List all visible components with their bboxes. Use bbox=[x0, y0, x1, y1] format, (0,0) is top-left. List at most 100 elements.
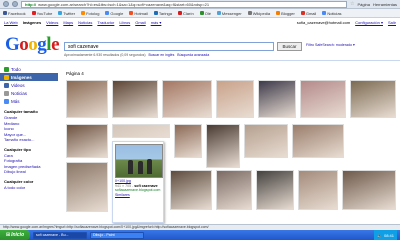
back-icon[interactable] bbox=[3, 1, 9, 7]
sidebar-item-icon bbox=[4, 98, 9, 104]
signout-link[interactable]: Salir bbox=[388, 20, 396, 25]
address-bar: http:// www.google.com.ar/search?hl=es&t… bbox=[0, 0, 400, 9]
image-thumbnail[interactable] bbox=[162, 80, 212, 118]
bookmark-favicon-icon bbox=[81, 11, 86, 15]
bookmark-label: Blogger bbox=[281, 10, 295, 16]
popup-source[interactable]: sofiacazenave.blogspot.com bbox=[115, 188, 161, 193]
forward-icon[interactable] bbox=[12, 1, 18, 7]
speaker-icon[interactable]: 🔈 bbox=[377, 233, 382, 238]
image-thumbnail[interactable] bbox=[350, 80, 396, 118]
popup-size: 941 × 705 - bbox=[115, 183, 135, 188]
bookmark-item[interactable]: Fotolog bbox=[81, 11, 99, 16]
search-header: Google sofi cazenave Buscar Filtro SafeS… bbox=[0, 27, 400, 61]
bookmark-label: Google bbox=[110, 10, 124, 16]
filter-link[interactable]: A todo color bbox=[0, 185, 58, 191]
google-logo[interactable]: Google bbox=[5, 35, 59, 54]
search-button[interactable]: Buscar bbox=[277, 42, 302, 51]
gnav-item[interactable]: Libros bbox=[119, 20, 130, 25]
url-field[interactable]: http:// www.google.com.ar/search?hl=es&t… bbox=[21, 0, 348, 8]
menu-tools[interactable]: Herramientas bbox=[373, 2, 397, 7]
advanced-search-link[interactable]: Búsqueda avanzada bbox=[177, 53, 209, 57]
gnav-item[interactable]: Imágenes bbox=[23, 20, 41, 25]
image-thumbnail[interactable] bbox=[216, 80, 254, 118]
popup-image[interactable] bbox=[115, 144, 163, 178]
image-thumbnail[interactable] bbox=[256, 170, 294, 210]
bookmark-favicon-icon bbox=[199, 11, 204, 15]
image-hover-popup[interactable]: 0+100.jpg 941 × 705 - sofi cazenave sofi… bbox=[112, 141, 164, 223]
bookmark-label: Fotolog bbox=[86, 10, 100, 16]
image-thumbnail[interactable] bbox=[66, 124, 108, 158]
image-thumbnail[interactable] bbox=[244, 124, 288, 158]
clock: 08:41 bbox=[383, 232, 394, 238]
popup-info: 0+100.jpg 941 × 705 - sofi cazenave sofi… bbox=[115, 179, 161, 197]
english-link[interactable]: Buscar en inglés bbox=[148, 53, 174, 57]
gnav-item[interactable]: Videos bbox=[46, 20, 58, 25]
sidebar-item[interactable]: Todo bbox=[0, 65, 58, 73]
filter-link[interactable]: Dibujo lineal bbox=[0, 169, 58, 175]
bookmark-item[interactable]: Gmail bbox=[300, 10, 317, 16]
sidebar-item-icon bbox=[4, 74, 9, 80]
image-thumbnail[interactable] bbox=[174, 124, 202, 158]
search-input[interactable]: sofi cazenave bbox=[64, 42, 274, 51]
bookmark-item[interactable]: Blogger bbox=[276, 11, 295, 16]
image-thumbnail[interactable] bbox=[112, 80, 158, 118]
image-thumbnail[interactable] bbox=[298, 170, 338, 210]
gnav-item[interactable]: Traductor bbox=[97, 20, 114, 25]
bookmark-item[interactable]: YouTube bbox=[31, 11, 52, 16]
bookmark-item[interactable]: Clarín bbox=[178, 11, 194, 16]
image-thumbnail[interactable] bbox=[206, 124, 240, 168]
bookmark-favicon-icon bbox=[178, 11, 183, 15]
gnav-item[interactable]: Maps bbox=[63, 20, 73, 25]
task-paint[interactable]: Dibujo - Paint bbox=[90, 231, 144, 239]
bookmark-item[interactable]: Taringa bbox=[153, 11, 172, 16]
bookmark-item[interactable]: Hotmail bbox=[129, 11, 148, 16]
gnav-item[interactable]: Noticias bbox=[78, 20, 92, 25]
bookmark-item[interactable]: Noticias bbox=[322, 11, 342, 16]
bookmark-item[interactable]: Google bbox=[105, 11, 123, 16]
sidebar-item[interactable]: Imágenes bbox=[0, 73, 58, 81]
image-thumbnail[interactable] bbox=[216, 170, 252, 210]
settings-link[interactable]: Configuración ▾ bbox=[355, 20, 383, 25]
results-stats: Aproximadamente 6.930 resultados (0,09 s… bbox=[64, 53, 209, 57]
bookmark-label: Twitter bbox=[63, 10, 76, 16]
image-thumbnail[interactable] bbox=[66, 162, 108, 212]
bookmark-favicon-icon bbox=[247, 11, 252, 15]
image-thumbnail[interactable] bbox=[292, 124, 344, 158]
bookmark-item[interactable]: Olé bbox=[199, 11, 211, 16]
sidebar-item[interactable]: Más bbox=[0, 97, 58, 105]
filter-link[interactable]: Tamaño exacto... bbox=[0, 137, 58, 143]
image-thumbnail[interactable] bbox=[258, 80, 296, 118]
menu-page[interactable]: Página bbox=[358, 2, 370, 7]
person-figure bbox=[128, 160, 133, 174]
sidebar-item[interactable]: Videos bbox=[0, 81, 58, 89]
task-browser[interactable]: sofi cazenave - Bu... bbox=[33, 231, 87, 239]
image-thumbnail[interactable] bbox=[300, 80, 346, 118]
bookmark-item[interactable]: Messenger bbox=[216, 10, 242, 16]
image-thumbnail[interactable] bbox=[342, 170, 396, 210]
safesearch-link[interactable]: Filtro SafeSearch: moderado ▾ bbox=[306, 43, 355, 47]
sidebar-item-icon bbox=[4, 66, 9, 72]
start-button[interactable]: ⊞ Inicio bbox=[0, 230, 30, 240]
sidebar-item-label: Noticias bbox=[11, 90, 28, 96]
page-label: Página 4 bbox=[66, 71, 84, 76]
favorite-star-icon[interactable]: ☆ bbox=[350, 1, 354, 7]
image-thumbnail[interactable] bbox=[170, 170, 212, 210]
bookmark-label: Gmail bbox=[305, 10, 317, 16]
popup-similar-link[interactable]: Similares bbox=[115, 193, 161, 198]
user-email: sofia_cazenave@hotmail.com bbox=[296, 19, 351, 25]
bookmark-favicon-icon bbox=[153, 11, 158, 15]
image-thumbnail[interactable] bbox=[112, 124, 170, 138]
bookmark-item[interactable]: Twitter bbox=[58, 11, 75, 16]
image-thumbnail[interactable] bbox=[66, 80, 108, 118]
gnav-item[interactable]: Gmail bbox=[135, 20, 145, 25]
sidebar-item-icon bbox=[4, 82, 9, 88]
gnav-item[interactable]: La Web bbox=[4, 20, 18, 25]
bookmark-item[interactable]: Facebook bbox=[3, 11, 26, 16]
windows-taskbar: ⊞ Inicio sofi cazenave - Bu... Dibujo - … bbox=[0, 230, 400, 240]
gnav-item[interactable]: más ▾ bbox=[151, 20, 162, 25]
bookmark-favicon-icon bbox=[129, 11, 134, 15]
results-info: Aproximadamente 6.930 resultados (0,09 s… bbox=[64, 53, 146, 57]
bookmark-item[interactable]: Wikipedia bbox=[247, 11, 270, 16]
bookmark-label: Messenger bbox=[221, 10, 242, 16]
sidebar-item[interactable]: Noticias bbox=[0, 89, 58, 97]
